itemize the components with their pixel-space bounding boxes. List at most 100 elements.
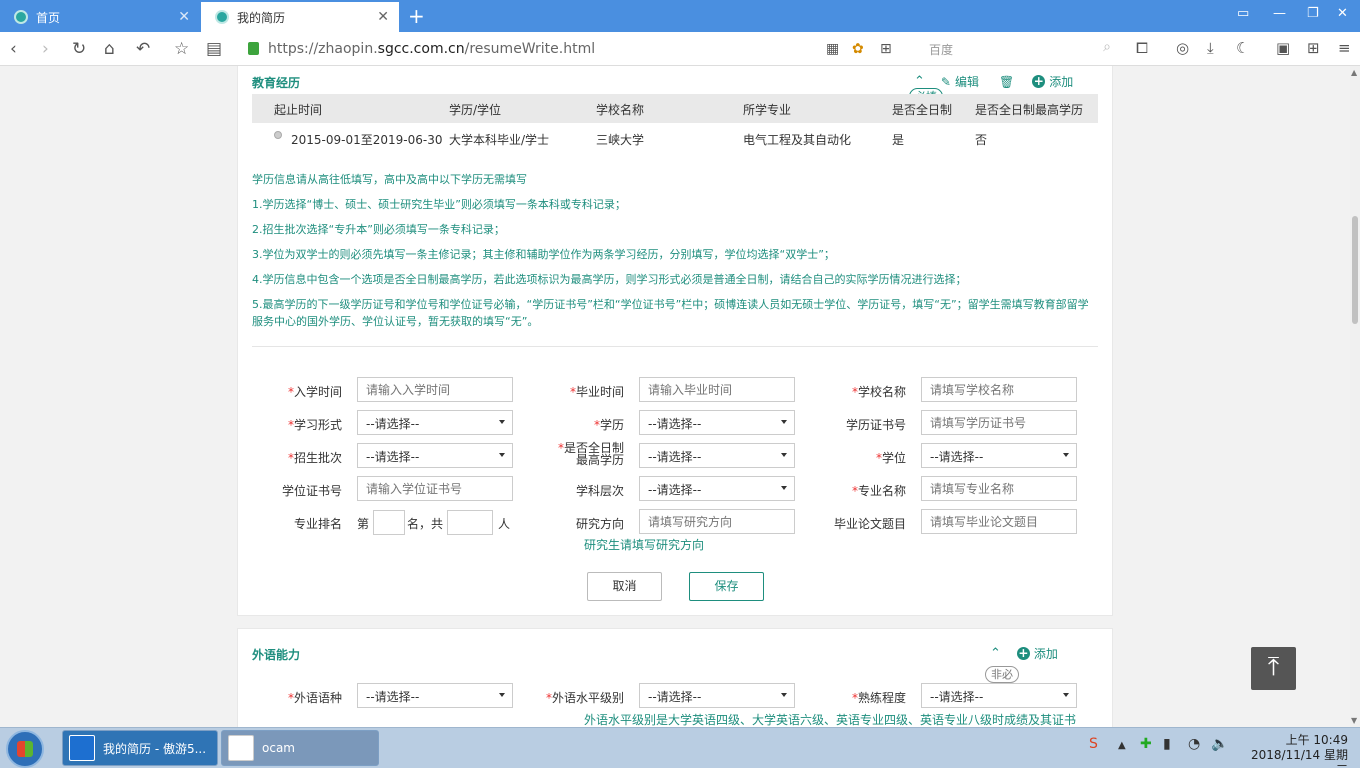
dropdown-arrow-icon [499, 420, 505, 424]
search-icon[interactable]: ⌕ [1103, 39, 1111, 55]
site-favicon-icon [215, 10, 229, 24]
start-button[interactable] [6, 730, 44, 768]
enrollment-batch-select[interactable]: --请选择-- [357, 443, 513, 468]
screenshot-icon[interactable]: ⧠ [1136, 39, 1148, 57]
academic-degree-select[interactable]: --请选择-- [921, 443, 1077, 468]
subject-level-select[interactable]: --请选择-- [639, 476, 795, 501]
minimize-icon[interactable]: — [1273, 6, 1286, 21]
translate-icon[interactable]: ◎ [1176, 39, 1189, 57]
close-tab-icon[interactable]: ✕ [377, 9, 389, 25]
windows-logo-icon [17, 741, 33, 757]
save-button[interactable]: 保存 [689, 572, 764, 601]
major-name-input[interactable] [921, 476, 1077, 501]
sogou-ime-icon[interactable]: S [1089, 736, 1098, 752]
proficiency-select[interactable]: --请选择-- [921, 683, 1077, 708]
scroll-down-icon[interactable]: ▼ [1351, 716, 1357, 725]
scrollbar-thumb[interactable] [1352, 216, 1358, 324]
section-title: 外语能力 [252, 648, 301, 662]
book-icon[interactable]: ⊞ [880, 41, 892, 57]
tray-expand-icon[interactable]: ▲ [1118, 740, 1126, 751]
column-header: 学历/学位 [449, 103, 502, 117]
add-button[interactable]: 添加 [1034, 645, 1058, 662]
sidebar-toggle-icon[interactable]: ▭ [1237, 6, 1249, 21]
reload-icon[interactable]: ↻ [72, 39, 86, 59]
education-table-header: 起止时间 学历/学位 学校名称 所学专业 是否全日制 是否全日制最高学历 [252, 94, 1098, 123]
research-direction-input[interactable] [639, 509, 795, 534]
school-name-input[interactable] [921, 377, 1077, 402]
rank-position-input[interactable] [373, 510, 405, 535]
collapse-chevron-icon[interactable]: ⌃ [914, 74, 925, 89]
note-line: 学历信息请从高往低填写，高中及高中以下学历无需填写 [252, 173, 527, 186]
fulltime-highest-select[interactable]: --请选择-- [639, 443, 795, 468]
qr-code-icon[interactable]: ▦ [826, 41, 839, 57]
degree-select[interactable]: --请选择-- [639, 410, 795, 435]
back-to-top-button[interactable]: ⤒ [1251, 647, 1296, 690]
night-mode-icon[interactable]: ☾ [1236, 39, 1249, 57]
taskbar-item-ocam[interactable]: ocam [221, 730, 379, 766]
toolbox-icon[interactable]: ▣ [1276, 39, 1290, 57]
new-tab-icon[interactable]: + [408, 4, 425, 28]
tab-label: 首页 [36, 10, 61, 25]
cancel-button[interactable]: 取消 [587, 572, 662, 601]
forward-icon[interactable]: › [42, 39, 49, 59]
url-field[interactable]: https://zhaopin.sgcc.com.cn/resumeWrite.… [268, 41, 595, 57]
education-notes: 学历信息请从高往低填写，高中及高中以下学历无需填写 1.学历选择“博士、硕士、硕… [252, 171, 1098, 338]
extension-icon[interactable]: ✿ [852, 41, 864, 57]
note-line: 4.学历信息中包含一个选项是否全日制最高学历，若此选项标识为最高学历，则学习形式… [252, 273, 967, 286]
fulltime-highest-label: *是否全日制 最高学历 [557, 441, 624, 467]
favorite-star-icon[interactable]: ☆ [174, 39, 189, 59]
add-plus-icon[interactable]: + [1032, 75, 1046, 88]
volume-icon[interactable]: 🔈 [1211, 736, 1228, 752]
research-direction-label: 研究方向 [575, 517, 624, 531]
page-scrollbar[interactable]: ▲ ▼ [1350, 66, 1360, 727]
edit-pencil-icon[interactable]: ✎ [941, 75, 951, 89]
undo-icon[interactable]: ↶ [136, 39, 150, 59]
home-icon[interactable]: ⌂ [104, 39, 115, 59]
search-box[interactable]: 百度 ⌕ [921, 37, 1117, 61]
column-header: 起止时间 [274, 103, 323, 117]
back-icon[interactable]: ‹ [10, 39, 17, 59]
dropdown-arrow-icon [781, 420, 787, 424]
scroll-up-icon[interactable]: ▲ [1351, 68, 1357, 77]
rank-total-input[interactable] [447, 510, 493, 535]
delete-trash-icon[interactable]: 🗑 [999, 75, 1014, 89]
start-time-label: *入学时间 [287, 385, 342, 399]
language-level-select[interactable]: --请选择-- [639, 683, 795, 708]
tab-home[interactable]: 首页 ✕ [0, 2, 200, 32]
taskbar: 我的简历 - 傲游5... ocam S ▲ ✚ ▮ ◔ 🔈 上午 10:49 … [0, 727, 1360, 768]
end-time-input[interactable] [639, 377, 795, 402]
reader-icon[interactable]: ▤ [206, 39, 222, 59]
table-row[interactable]: 2015-09-01至2019-06-30 大学本科毕业/学士 三峡大学 电气工… [252, 124, 1098, 154]
apps-icon[interactable]: ⊞ [1307, 39, 1320, 57]
close-window-icon[interactable]: ✕ [1337, 6, 1348, 21]
security-tray-icon[interactable]: ✚ [1140, 736, 1152, 752]
degree-cert-label: 学位证书号 [281, 484, 342, 498]
collapse-chevron-icon[interactable]: ⌃ [990, 646, 1001, 661]
network-icon[interactable]: ▮ [1163, 736, 1171, 752]
thesis-title-input[interactable] [921, 509, 1077, 534]
system-clock[interactable]: 上午 10:49 2018/11/14 星期三 [1240, 733, 1348, 768]
degree-label: *学历 [593, 418, 624, 432]
add-plus-icon[interactable]: + [1016, 647, 1030, 660]
add-button[interactable]: 添加 [1049, 73, 1073, 90]
taskbar-item-browser[interactable]: 我的简历 - 傲游5... [62, 730, 218, 766]
download-icon[interactable]: ⤓ [1207, 39, 1214, 57]
edit-button[interactable]: 编辑 [955, 73, 979, 90]
close-tab-icon[interactable]: ✕ [178, 9, 190, 25]
language-type-select[interactable]: --请选择-- [357, 683, 513, 708]
clock-time: 上午 10:49 [1285, 733, 1348, 747]
tab-resume[interactable]: 我的简历 ✕ [201, 2, 399, 32]
degree-cert-input[interactable] [357, 476, 513, 501]
school-name-label: *学校名称 [851, 385, 906, 399]
dropdown-arrow-icon [781, 486, 787, 490]
wifi-icon[interactable]: ◔ [1188, 736, 1200, 752]
row-radio[interactable] [274, 131, 282, 139]
study-form-select[interactable]: --请选择-- [357, 410, 513, 435]
start-time-input[interactable] [357, 377, 513, 402]
subject-level-label: 学科层次 [575, 484, 624, 498]
restore-icon[interactable]: ❐ [1307, 6, 1319, 21]
note-line: 1.学历选择“博士、硕士、硕士研究生毕业”则必须填写一条本科或专科记录； [252, 198, 626, 211]
menu-icon[interactable]: ≡ [1338, 39, 1351, 57]
diploma-number-input[interactable] [921, 410, 1077, 435]
end-time-label: *毕业时间 [569, 385, 624, 399]
